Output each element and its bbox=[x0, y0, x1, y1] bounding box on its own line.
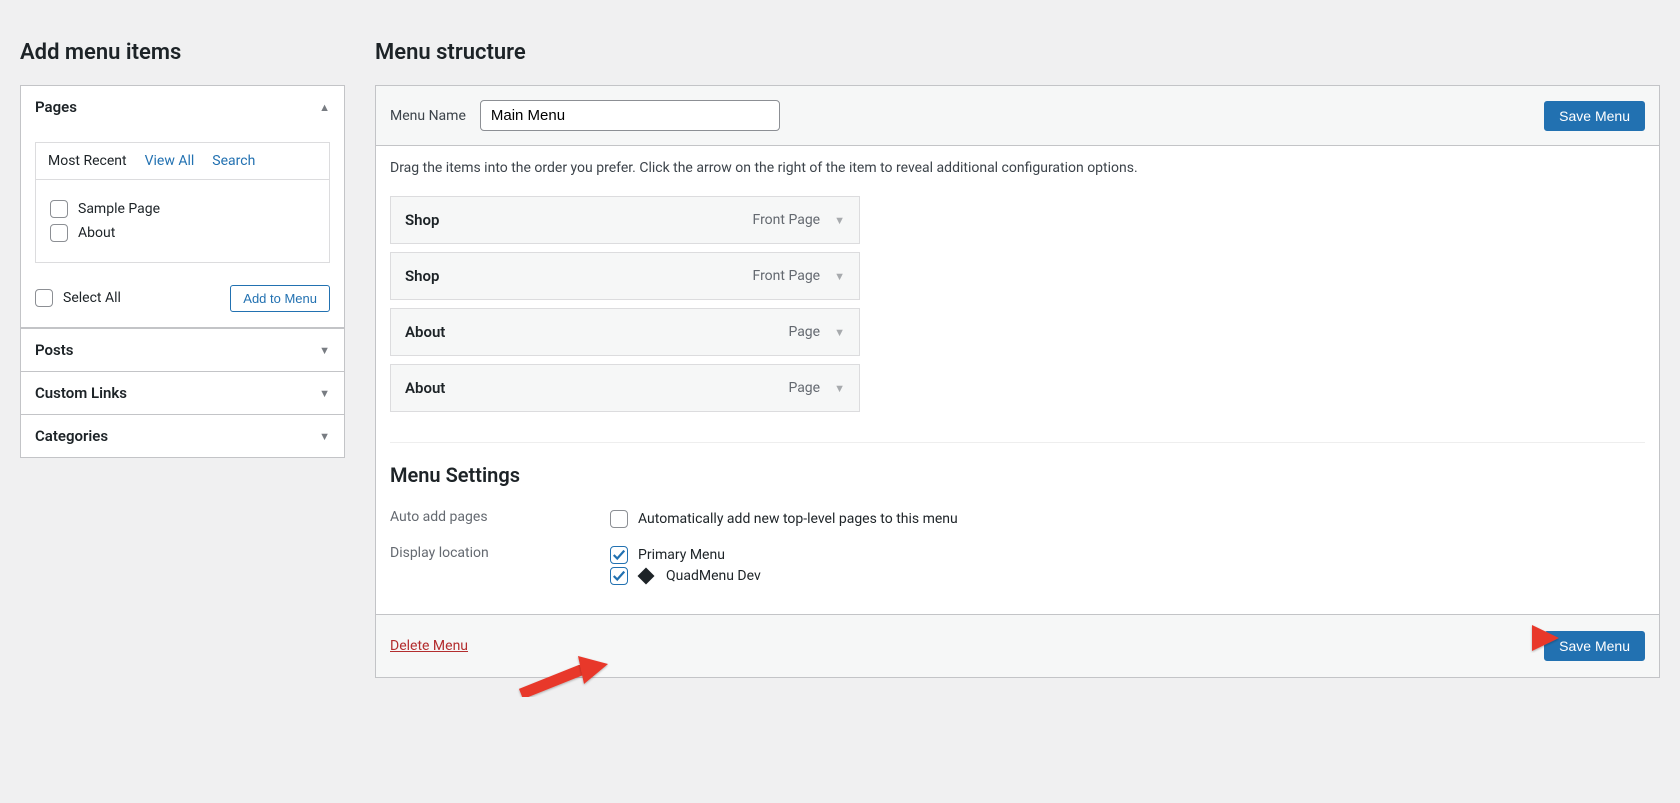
menu-item-title: About bbox=[405, 379, 445, 397]
auto-add-option-label: Automatically add new top-level pages to… bbox=[638, 511, 958, 527]
menu-panel: Menu Name Save Menu Drag the items into … bbox=[375, 85, 1660, 678]
add-to-menu-button[interactable]: Add to Menu bbox=[230, 285, 330, 312]
menu-settings-heading: Menu Settings bbox=[390, 442, 1645, 487]
pages-metabox: Pages ▲ Most Recent View All Search Samp… bbox=[20, 85, 345, 328]
caret-up-icon: ▲ bbox=[319, 101, 330, 114]
save-menu-button-bottom[interactable]: Save Menu bbox=[1544, 631, 1645, 661]
auto-add-checkbox[interactable] bbox=[610, 510, 628, 528]
menu-item-type: Front Page bbox=[753, 268, 821, 284]
menu-item[interactable]: About Page ▼ bbox=[390, 308, 860, 356]
location-checkbox[interactable] bbox=[610, 546, 628, 564]
location-label: QuadMenu Dev bbox=[666, 568, 761, 584]
menu-item-type: Page bbox=[788, 324, 820, 340]
tab-view-all[interactable]: View All bbox=[145, 153, 195, 169]
pages-title: Pages bbox=[35, 98, 77, 116]
caret-down-icon[interactable]: ▼ bbox=[834, 326, 845, 339]
location-checkbox[interactable] bbox=[610, 567, 628, 585]
collapsed-metabox: Custom Links ▼ bbox=[20, 372, 345, 415]
page-checkbox[interactable] bbox=[50, 224, 68, 242]
metabox-title: Posts bbox=[35, 341, 73, 359]
menu-name-input[interactable] bbox=[480, 100, 780, 131]
pages-tabs: Most Recent View All Search bbox=[35, 142, 330, 179]
menu-item[interactable]: About Page ▼ bbox=[390, 364, 860, 412]
collapsed-metabox: Categories ▼ bbox=[20, 415, 345, 458]
tab-search[interactable]: Search bbox=[212, 153, 255, 169]
menu-item[interactable]: Shop Front Page ▼ bbox=[390, 252, 860, 300]
page-item: About bbox=[50, 224, 315, 242]
caret-down-icon: ▼ bbox=[319, 430, 330, 443]
pages-toggle[interactable]: Pages ▲ bbox=[21, 86, 344, 128]
page-item: Sample Page bbox=[50, 200, 315, 218]
collapsed-metabox: Posts ▼ bbox=[20, 328, 345, 372]
page-checkbox[interactable] bbox=[50, 200, 68, 218]
metabox-title: Custom Links bbox=[35, 384, 127, 402]
menu-item-title: About bbox=[405, 323, 445, 341]
metabox-title: Categories bbox=[35, 427, 108, 445]
pages-tab-pane: Sample Page About bbox=[35, 179, 330, 263]
menu-item-type: Front Page bbox=[753, 212, 821, 228]
caret-down-icon: ▼ bbox=[319, 387, 330, 400]
select-all-checkbox[interactable] bbox=[35, 289, 53, 307]
menu-item-type: Page bbox=[788, 380, 820, 396]
add-items-heading: Add menu items bbox=[20, 40, 345, 65]
menu-item-title: Shop bbox=[405, 267, 439, 285]
caret-down-icon[interactable]: ▼ bbox=[834, 214, 845, 227]
delete-menu-link[interactable]: Delete Menu bbox=[390, 638, 468, 654]
instructions-text: Drag the items into the order you prefer… bbox=[390, 160, 1645, 176]
metabox-toggle[interactable]: Categories ▼ bbox=[21, 415, 344, 457]
location-row: QuadMenu Dev bbox=[610, 567, 1645, 585]
caret-down-icon: ▼ bbox=[319, 344, 330, 357]
save-menu-button-top[interactable]: Save Menu bbox=[1544, 101, 1645, 131]
diamond-icon bbox=[638, 568, 655, 585]
metabox-toggle[interactable]: Custom Links ▼ bbox=[21, 372, 344, 414]
display-location-label: Display location bbox=[390, 543, 610, 561]
location-row: Primary Menu bbox=[610, 546, 1645, 564]
tab-most-recent[interactable]: Most Recent bbox=[48, 153, 127, 169]
menu-structure-heading: Menu structure bbox=[375, 40, 1660, 65]
menu-item-title: Shop bbox=[405, 211, 439, 229]
caret-down-icon[interactable]: ▼ bbox=[834, 382, 845, 395]
metabox-toggle[interactable]: Posts ▼ bbox=[21, 329, 344, 371]
location-label: Primary Menu bbox=[638, 547, 725, 563]
menu-item[interactable]: Shop Front Page ▼ bbox=[390, 196, 860, 244]
page-label: Sample Page bbox=[78, 201, 160, 217]
select-all-label: Select All bbox=[63, 290, 121, 306]
menu-name-label: Menu Name bbox=[390, 108, 466, 124]
page-label: About bbox=[78, 225, 115, 241]
auto-add-label: Auto add pages bbox=[390, 507, 610, 525]
caret-down-icon[interactable]: ▼ bbox=[834, 270, 845, 283]
